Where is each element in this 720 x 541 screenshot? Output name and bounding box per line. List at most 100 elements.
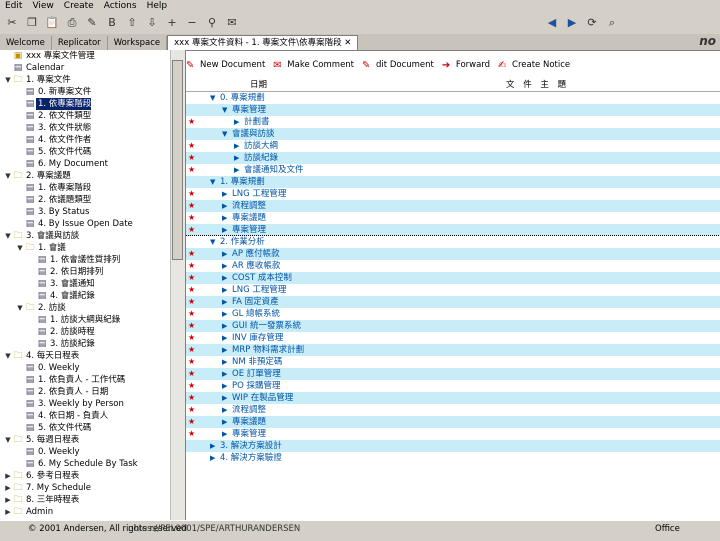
copy-icon[interactable]: ❐ — [24, 15, 40, 31]
collapse-twistie-icon[interactable]: ▼ — [4, 434, 12, 446]
view-row[interactable]: ★ ▶ OE 訂單管理 — [186, 368, 720, 380]
nav-item[interactable]: ▤ 3. 訪談紀錄 — [0, 338, 185, 350]
expand-twistie-icon[interactable]: ▶ — [4, 470, 12, 482]
expand-twistie-icon[interactable]: ▶ — [222, 368, 227, 380]
menu-item[interactable]: Edit — [0, 0, 27, 12]
search-icon[interactable]: ⌕ — [604, 15, 620, 31]
collapse-twistie-icon[interactable]: ▼ — [4, 74, 12, 86]
view-row[interactable]: ▶ 4. 解決方案驗證 — [186, 452, 720, 464]
expand-twistie-icon[interactable]: ▶ — [222, 404, 227, 416]
bold-icon[interactable]: B — [104, 15, 120, 31]
column-title[interactable]: 文 件 主 題 — [506, 78, 569, 90]
column-date[interactable]: 日期 — [250, 78, 267, 90]
expand-twistie-icon[interactable]: ▶ — [222, 284, 227, 296]
view-row[interactable]: ★ ▶ 專案管理 — [186, 428, 720, 440]
nav-item[interactable]: ▤ 0. Weekly — [0, 446, 185, 458]
nav-item[interactable]: ▤ 4. By Issue Open Date — [0, 218, 185, 230]
view-row[interactable]: ★ ▶ MRP 物料需求計劃 — [186, 344, 720, 356]
cut-icon[interactable]: ✂ — [4, 15, 20, 31]
expand-twistie-icon[interactable]: ▶ — [222, 392, 227, 404]
view-row[interactable]: ★ ▶ 計劃書 — [186, 116, 720, 128]
menu-item[interactable]: View — [27, 0, 58, 12]
nav-item[interactable]: ▼ 🗀 4. 每天日程表 — [0, 350, 185, 362]
close-tab-icon[interactable]: ✕ — [342, 38, 351, 48]
nav-item[interactable]: ▤ 4. 依文件作者 — [0, 134, 185, 146]
expand-twistie-icon[interactable]: ▶ — [222, 212, 227, 224]
edit-icon[interactable]: ✎ — [84, 15, 100, 31]
view-row[interactable]: ★ ▶ GUI 統一發票系統 — [186, 320, 720, 332]
up-icon[interactable]: ⇧ — [124, 15, 140, 31]
expand-twistie-icon[interactable]: ▶ — [222, 332, 227, 344]
collapse-twistie-icon[interactable]: ▼ — [210, 92, 215, 104]
nav-item[interactable]: ▼ 🗀 2. 專案議題 — [0, 170, 185, 182]
nav-item[interactable]: ▤ Calendar — [0, 62, 185, 74]
nav-item[interactable]: ▼ 🗀 3. 會議與訪談 — [0, 230, 185, 242]
refresh-icon[interactable]: ⟳ — [584, 15, 600, 31]
nav-item[interactable]: ▼ 🗀 1. 會議 — [0, 242, 185, 254]
tab[interactable]: xxx 專案文件資料 - 1. 專案文件\依專案階段 ✕ — [167, 35, 359, 50]
view-row[interactable]: ★ ▶ LNG 工程管理 — [186, 188, 720, 200]
forward-nav-icon[interactable]: ▶ — [564, 15, 580, 31]
menu-item[interactable]: Create — [59, 0, 99, 12]
expand-twistie-icon[interactable]: ▶ — [222, 308, 227, 320]
expand-twistie-icon[interactable]: ▶ — [222, 356, 227, 368]
view-row[interactable]: ★ ▶ COST 成本控制 — [186, 272, 720, 284]
expand-twistie-icon[interactable]: ▶ — [222, 260, 227, 272]
action-button[interactable]: ✍ Create Notice — [498, 60, 570, 71]
view-row[interactable]: ★ ▶ 訪談紀錄 — [186, 152, 720, 164]
nav-item[interactable]: ▣ xxx 專案文件管理 — [0, 50, 185, 62]
mail-icon[interactable]: ✉ — [224, 15, 240, 31]
view-row[interactable]: ★ ▶ INV 庫存管理 — [186, 332, 720, 344]
action-button[interactable]: ✎ dit Document — [362, 60, 434, 71]
view-row[interactable]: ★ ▶ 流程調整 — [186, 200, 720, 212]
tab[interactable]: Replicator — [52, 36, 108, 50]
view-row[interactable]: ★ ▶ WIP 在製品管理 — [186, 392, 720, 404]
expand-twistie-icon[interactable]: ▶ — [222, 248, 227, 260]
view-row[interactable]: ★ ▶ AR 應收帳款 — [186, 260, 720, 272]
expand-twistie-icon[interactable]: ▶ — [210, 440, 215, 452]
action-button[interactable]: ➔ Forward — [442, 60, 490, 71]
location-office[interactable]: Office — [655, 524, 680, 534]
nav-item[interactable]: ▤ 5. 依文件代碼 — [0, 146, 185, 158]
nav-item[interactable]: ▤ 4. 會議紀錄 — [0, 290, 185, 302]
nav-item[interactable]: ▼ 🗀 5. 每週日程表 — [0, 434, 185, 446]
expand-twistie-icon[interactable]: ▶ — [222, 320, 227, 332]
tab[interactable]: Workspace — [108, 36, 168, 50]
print-icon[interactable]: ⎙ — [64, 15, 80, 31]
collapse-twistie-icon[interactable]: ▼ — [4, 230, 12, 242]
nav-item[interactable]: ▤ 0. 新專案文件 — [0, 86, 185, 98]
expand-twistie-icon[interactable]: ▶ — [222, 296, 227, 308]
nav-item[interactable]: ▤ 5. 依文件代碼 — [0, 422, 185, 434]
nav-scrollbar-thumb[interactable] — [172, 60, 183, 260]
expand-twistie-icon[interactable]: ▶ — [222, 188, 227, 200]
expand-twistie-icon[interactable]: ▶ — [234, 152, 239, 164]
nav-item[interactable]: ▤ 2. 依日期排列 — [0, 266, 185, 278]
expand-twistie-icon[interactable]: ▶ — [222, 380, 227, 392]
view-row[interactable]: ▼ 2. 作業分析 — [186, 235, 720, 249]
view-row[interactable]: ★ ▶ FA 固定資產 — [186, 296, 720, 308]
expand-twistie-icon[interactable]: ▶ — [4, 482, 12, 494]
collapse-icon[interactable]: − — [184, 15, 200, 31]
nav-item[interactable]: ▤ 1. 依專案階段 — [0, 182, 185, 194]
expand-twistie-icon[interactable]: ▶ — [4, 494, 12, 506]
view-row[interactable]: ▼ 0. 專案規劃 — [186, 92, 720, 104]
nav-item[interactable]: ▤ 2. 依負責人 - 日期 — [0, 386, 185, 398]
nav-scrollbar[interactable] — [170, 50, 185, 520]
nav-item[interactable]: ▤ 1. 訪談大綱與紀錄 — [0, 314, 185, 326]
nav-item[interactable]: ▶ 🗀 Admin — [0, 506, 185, 518]
nav-item[interactable]: ▤ 3. By Status — [0, 206, 185, 218]
expand-twistie-icon[interactable]: ▶ — [222, 272, 227, 284]
nav-item[interactable]: ▼ 🗀 1. 專案文件 — [0, 74, 185, 86]
view-row[interactable]: ★ ▶ AP 應付帳款 — [186, 248, 720, 260]
expand-twistie-icon[interactable]: ▶ — [234, 164, 239, 176]
down-icon[interactable]: ⇩ — [144, 15, 160, 31]
view-row[interactable]: ★ ▶ 專案議題 — [186, 212, 720, 224]
collapse-twistie-icon[interactable]: ▼ — [4, 170, 12, 182]
menu-item[interactable]: Help — [142, 0, 173, 12]
nav-item[interactable]: ▤ 3. 依文件狀態 — [0, 122, 185, 134]
expand-twistie-icon[interactable]: ▶ — [222, 416, 227, 428]
view-row[interactable]: ★ ▶ 訪談大綱 — [186, 140, 720, 152]
nav-item[interactable]: ▤ 2. 依文件類型 — [0, 110, 185, 122]
collapse-twistie-icon[interactable]: ▼ — [16, 302, 24, 314]
expand-twistie-icon[interactable]: ▶ — [222, 224, 227, 236]
